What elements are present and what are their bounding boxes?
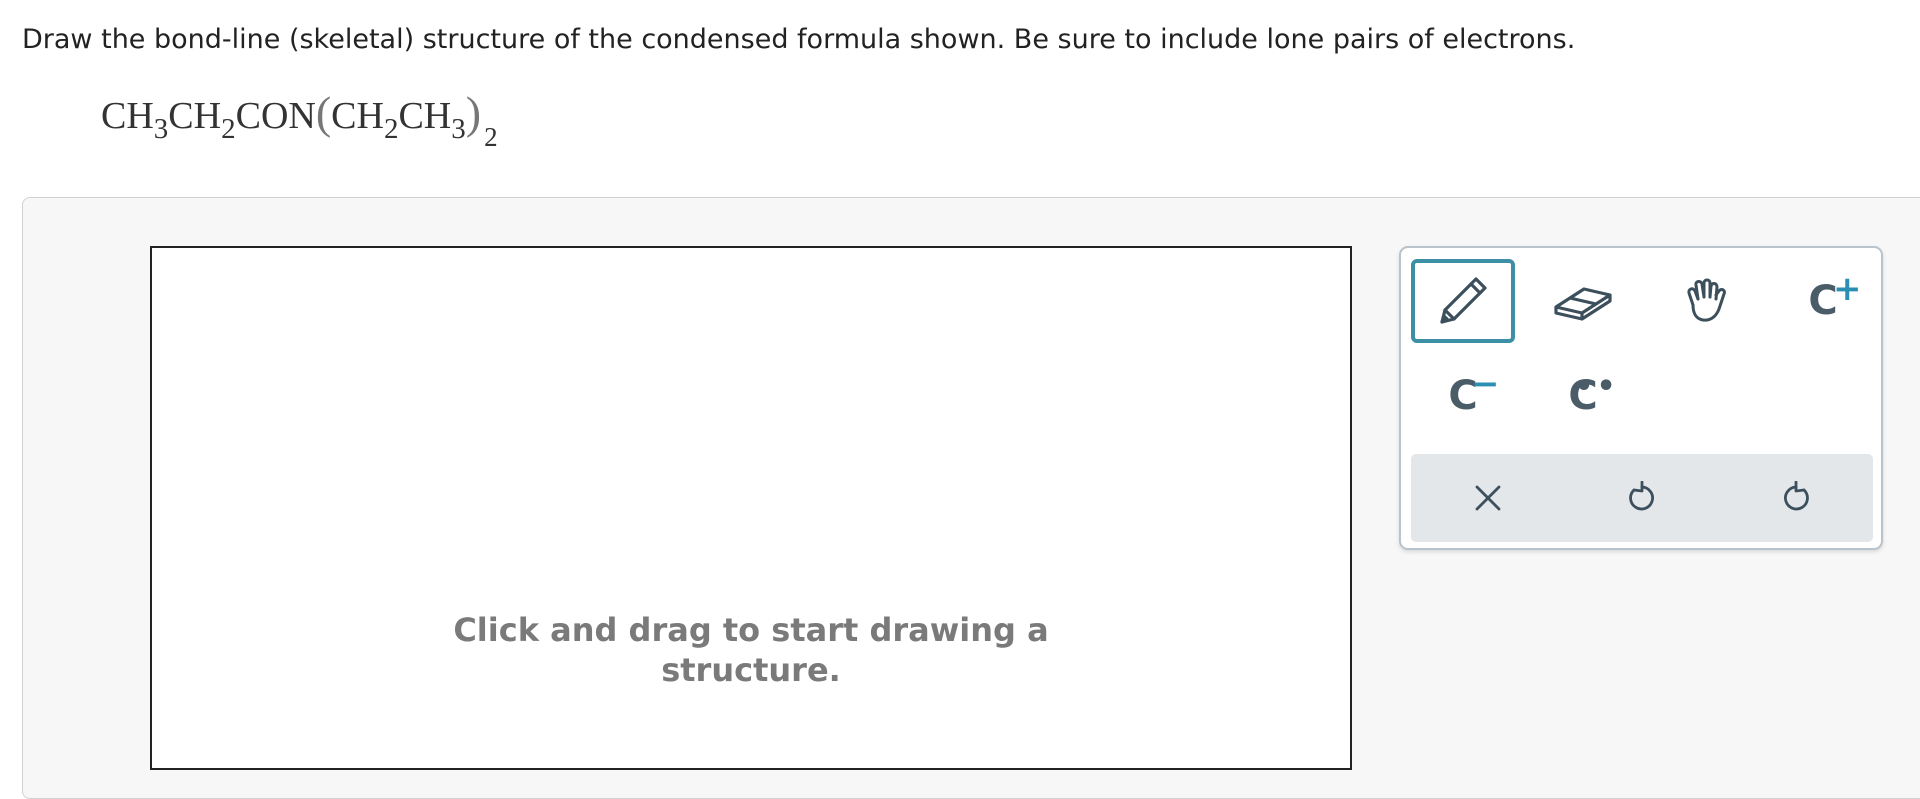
eraser-tool-button[interactable] xyxy=(1531,259,1635,343)
formula-text: CH xyxy=(168,95,222,137)
carbon-label: •• C xyxy=(1568,369,1615,419)
undo-icon xyxy=(1629,481,1654,511)
hand-icon xyxy=(1687,278,1726,322)
redo-button[interactable] xyxy=(1719,454,1873,542)
hand-tool-button[interactable] xyxy=(1655,259,1759,343)
plus-icon: + xyxy=(1833,269,1862,309)
formula-text: CH xyxy=(398,95,452,137)
formula-subscript: 2 xyxy=(221,113,236,145)
canvas-hint-line: Click and drag to start drawing a xyxy=(453,611,1049,649)
formula-text: CH xyxy=(331,95,384,137)
formula-text: CH xyxy=(101,95,154,137)
condensed-formula: CH3CH2CON(CH2CH3) 2 xyxy=(101,86,498,151)
question-prompt: Draw the bond-line (skeletal) structure … xyxy=(22,24,1576,55)
pencil-icon xyxy=(1440,277,1487,324)
formula-paren-close: ) xyxy=(465,87,482,138)
formula-subscript: 3 xyxy=(153,113,169,145)
formula-subscript: 2 xyxy=(484,122,498,152)
lone-pair-icon: •• xyxy=(1574,369,1619,404)
eraser-icon xyxy=(1554,287,1612,321)
lone-pair-tool-button[interactable]: •• C xyxy=(1531,354,1635,438)
pencil-tool-button[interactable] xyxy=(1411,259,1515,343)
drawing-canvas[interactable]: Click and drag to start drawing a struct… xyxy=(150,246,1352,770)
redo-icon xyxy=(1784,481,1809,511)
undo-button[interactable] xyxy=(1565,454,1719,542)
close-icon xyxy=(1475,485,1501,511)
clear-button[interactable] xyxy=(1411,454,1565,542)
minus-icon: − xyxy=(1471,364,1500,404)
toolbox: C + C − •• C xyxy=(1399,246,1883,550)
formula-paren-open: ( xyxy=(315,87,332,138)
canvas-hint: Click and drag to start drawing a struct… xyxy=(152,610,1350,690)
positive-charge-tool-button[interactable]: C + xyxy=(1771,259,1875,343)
canvas-hint-line: structure. xyxy=(661,651,841,689)
negative-charge-tool-button[interactable]: C − xyxy=(1411,354,1515,438)
formula-text: CON xyxy=(235,95,316,137)
formula-subscript: 2 xyxy=(383,113,399,145)
formula-subscript: 3 xyxy=(451,113,466,145)
action-bar xyxy=(1411,454,1873,542)
